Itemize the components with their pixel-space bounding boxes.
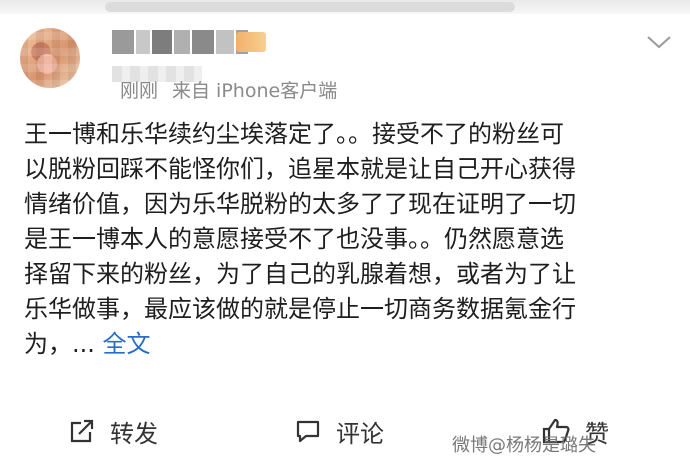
comment-label: 评论	[336, 419, 384, 448]
body-line: 是王一博本人的意愿接受不了也没事。。仍然愿意选	[24, 225, 564, 253]
top-edge-pill	[105, 2, 515, 12]
post-body: 王一博和乐华续约尘埃落定了。。接受不了的粉丝可 以脱粉回踩不能怪你们，追星本就是…	[24, 117, 674, 362]
post-source: 来自 iPhone客户端	[172, 80, 338, 102]
post-time: 刚刚	[120, 80, 159, 102]
body-line: 择留下来的粉丝，为了自己的乳腺着想，或者为了让	[24, 260, 576, 288]
comment-button[interactable]: 评论	[294, 413, 384, 449]
user-badge	[236, 32, 266, 52]
chevron-down-icon[interactable]	[646, 34, 672, 50]
full-text-link[interactable]: 全文	[103, 330, 151, 358]
body-line: 以脱粉回踩不能怪你们，追星本就是让自己开心获得	[24, 155, 576, 183]
repost-label: 转发	[110, 419, 158, 448]
repost-icon	[70, 419, 94, 443]
body-line: 情绪价值，因为乐华脱粉的太多了了现在证明了一切	[24, 190, 576, 218]
body-line: 乐华做事，最应该做的就是停止一切商务数据氪金行	[24, 295, 576, 323]
body-last-text: 为，...	[24, 330, 95, 358]
weibo-watermark: 微博@杨杨是璐失	[452, 435, 596, 456]
avatar[interactable]	[20, 28, 80, 88]
post-meta: 刚刚 来自 iPhone客户端	[120, 76, 337, 103]
body-last-line: 为，... 全文	[24, 327, 674, 362]
body-line: 王一博和乐华续约尘埃落定了。。接受不了的粉丝可	[24, 120, 564, 148]
comment-icon	[296, 420, 320, 443]
repost-button[interactable]: 转发	[68, 413, 158, 449]
top-edge-bar	[0, 0, 690, 14]
